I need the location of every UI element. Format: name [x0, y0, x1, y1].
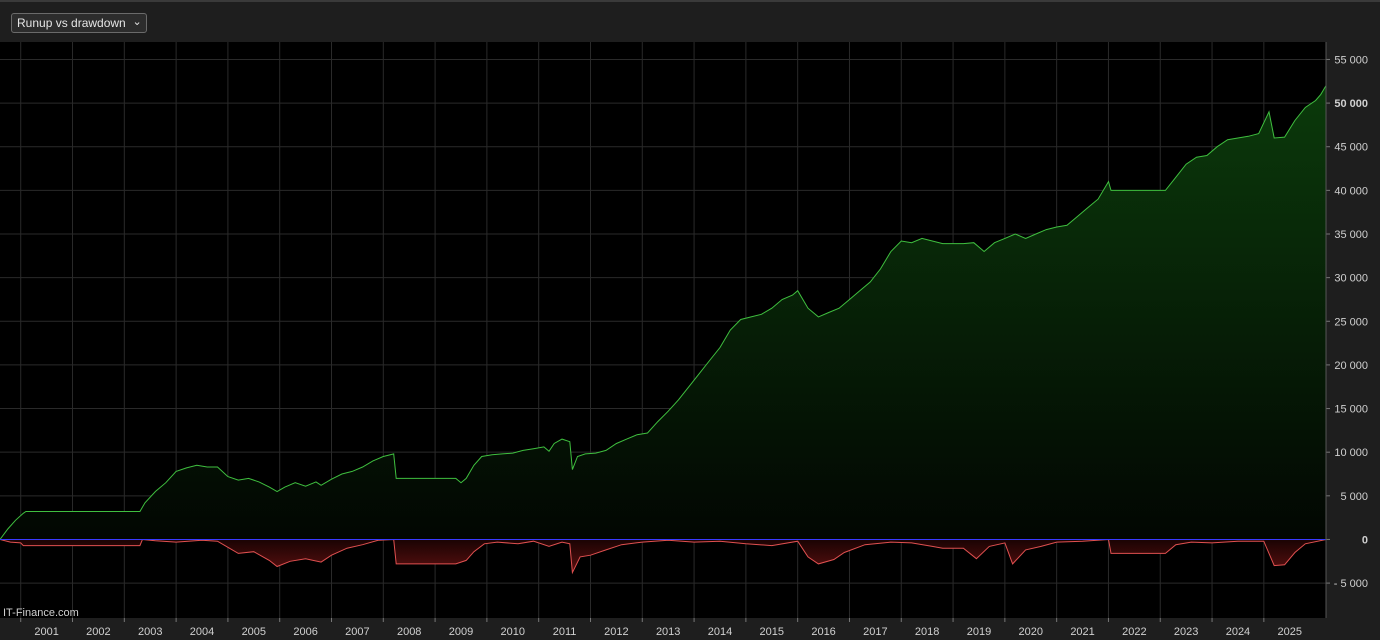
- x-tick-label: 2005: [242, 626, 266, 638]
- x-tick-label: 2001: [34, 626, 58, 638]
- x-tick-label: 2011: [553, 626, 577, 638]
- y-tick-label: 25 000: [1334, 316, 1368, 328]
- x-tick-label: 2010: [501, 626, 525, 638]
- x-tick-label: 2008: [397, 626, 421, 638]
- x-tick-label: 2013: [656, 626, 680, 638]
- x-tick-label: 2003: [138, 626, 162, 638]
- runup-drawdown-chart: 55 000 50 000 45 000 40 000 35 000 30 000 25 0…: [0, 42, 1368, 638]
- x-tick-label: 2014: [708, 626, 732, 638]
- x-tick-label: 2025: [1278, 626, 1302, 638]
- x-tick-label: 2007: [345, 626, 369, 638]
- x-tick-label: 2018: [915, 626, 939, 638]
- x-tick-label: 2016: [811, 626, 835, 638]
- x-axis: 2001 2002 2003 2004 2005 2006 2007 2008 2009 2010…: [20, 618, 1302, 638]
- y-tick-label: 30 000: [1334, 273, 1368, 285]
- x-tick-label: 2015: [760, 626, 784, 638]
- y-tick-label: 45 000: [1334, 142, 1368, 154]
- x-tick-label: 2023: [1174, 626, 1198, 638]
- x-tick-label: 2019: [967, 626, 991, 638]
- toolbar: Runup vs drawdown ⌄: [0, 0, 1380, 42]
- watermark: IT-Finance.com: [3, 607, 79, 619]
- x-tick-label: 2022: [1122, 626, 1146, 638]
- y-tick-label: 35 000: [1334, 229, 1368, 241]
- x-tick-label: 2020: [1019, 626, 1043, 638]
- chart-type-dropdown[interactable]: Runup vs drawdown ⌄: [11, 13, 147, 33]
- x-tick-label: 2021: [1070, 626, 1094, 638]
- x-tick-label: 2024: [1226, 626, 1250, 638]
- x-tick-label: 2006: [293, 626, 317, 638]
- chevron-down-icon: ⌄: [132, 16, 142, 28]
- x-tick-label: 2004: [190, 626, 214, 638]
- y-tick-label: 5 000: [1340, 491, 1368, 503]
- y-tick-label: 55 000: [1334, 54, 1368, 66]
- y-tick-label: 20 000: [1334, 360, 1368, 372]
- y-tick-label: 50 000: [1334, 98, 1368, 110]
- y-axis: 55 000 50 000 45 000 40 000 35 000 30 000 25 0…: [1325, 42, 1368, 618]
- y-tick-label: 40 000: [1334, 185, 1368, 197]
- y-tick-label: - 5 000: [1334, 578, 1368, 590]
- y-tick-label: 0: [1362, 534, 1368, 546]
- chart-type-dropdown-label: Runup vs drawdown: [17, 16, 126, 30]
- x-tick-label: 2009: [449, 626, 473, 638]
- y-tick-label: 15 000: [1334, 404, 1368, 416]
- x-tick-label: 2012: [604, 626, 628, 638]
- x-tick-label: 2017: [863, 626, 887, 638]
- x-tick-label: 2002: [86, 626, 110, 638]
- y-tick-label: 10 000: [1334, 447, 1368, 459]
